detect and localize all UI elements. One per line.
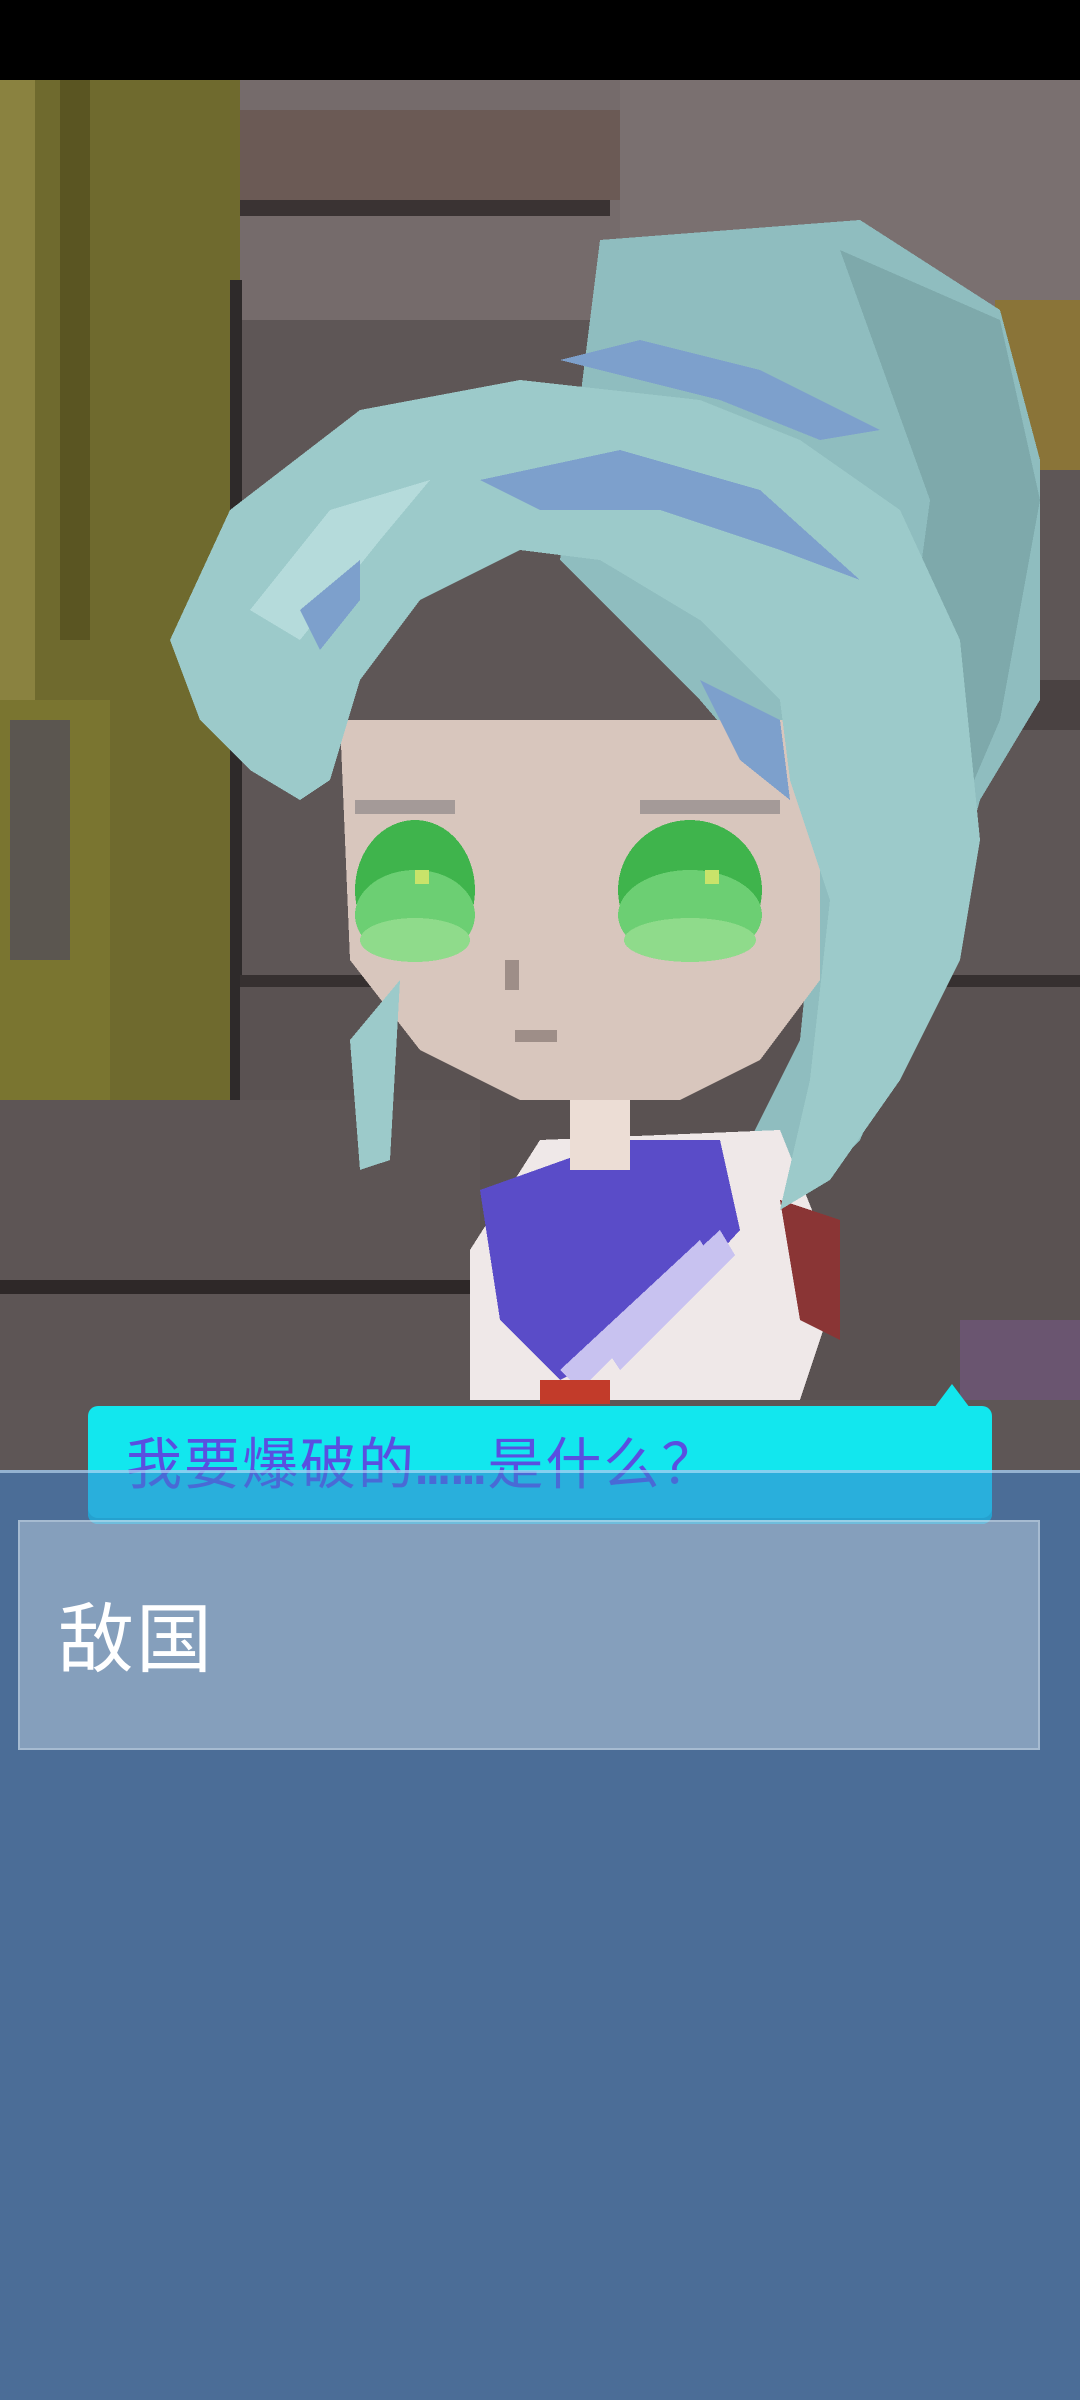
- game-viewport: 我要爆破的……是什么？ 敌国: [0, 80, 1080, 2400]
- choice-label: 敌国: [58, 1595, 214, 1684]
- shelf-top: [190, 110, 630, 200]
- choice-button-enemy-country[interactable]: 敌国: [18, 1520, 1040, 1750]
- left-brow: [355, 800, 455, 814]
- right-eye: [618, 820, 762, 962]
- mouth: [515, 1030, 557, 1042]
- bubble-tail-icon: [934, 1384, 970, 1408]
- ribbon: [540, 1380, 610, 1404]
- nose: [505, 960, 519, 990]
- right-brow: [640, 800, 780, 814]
- left-eye: [355, 820, 475, 962]
